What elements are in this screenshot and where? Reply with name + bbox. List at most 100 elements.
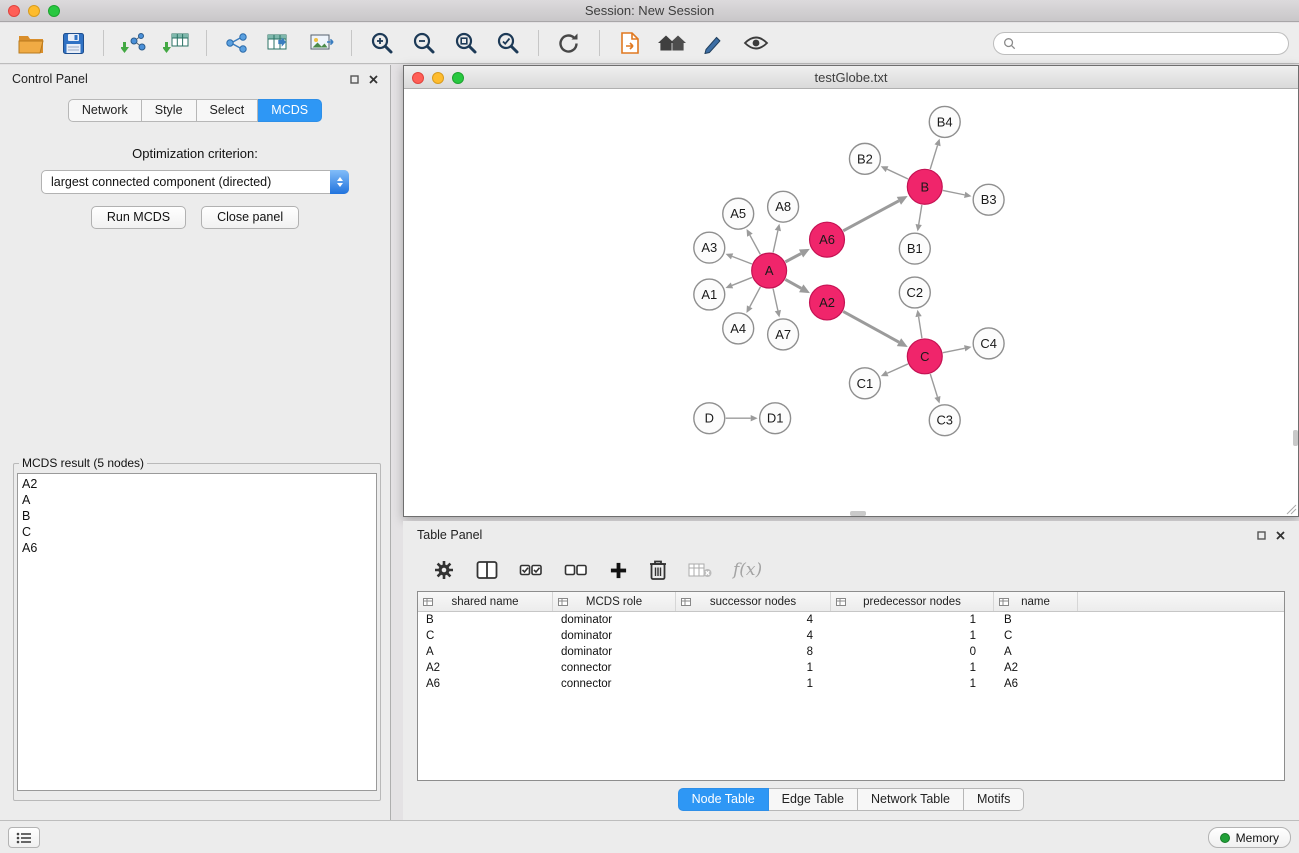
- table-row[interactable]: Adominator80A: [418, 644, 1284, 660]
- table-row[interactable]: Cdominator41C: [418, 628, 1284, 644]
- graph-node-D[interactable]: D: [694, 403, 725, 434]
- mcds-result-list[interactable]: A2ABCA6: [17, 473, 377, 791]
- graph-node-A2[interactable]: A2: [810, 285, 845, 320]
- graph-node-C4[interactable]: C4: [973, 328, 1004, 359]
- table-settings-button[interactable]: [433, 559, 455, 581]
- export-image-button[interactable]: [300, 26, 342, 60]
- save-session-button[interactable]: [52, 26, 94, 60]
- memory-button[interactable]: Memory: [1208, 827, 1291, 848]
- run-mcds-button[interactable]: Run MCDS: [91, 206, 186, 229]
- import-network-button[interactable]: [113, 26, 155, 60]
- graph-node-A3[interactable]: A3: [694, 232, 725, 263]
- graph-edge[interactable]: [943, 348, 965, 352]
- float-panel-button[interactable]: [350, 75, 359, 84]
- horizontal-scrollbar-thumb[interactable]: [850, 511, 866, 516]
- zoom-network-window-button[interactable]: [452, 72, 464, 84]
- graph-node-D1[interactable]: D1: [760, 403, 791, 434]
- close-window-button[interactable]: [8, 5, 20, 17]
- graph-node-A7[interactable]: A7: [768, 319, 799, 350]
- zoom-out-button[interactable]: [403, 26, 445, 60]
- network-window-titlebar[interactable]: testGlobe.txt: [404, 66, 1298, 89]
- mcds-result-item[interactable]: A6: [22, 540, 372, 556]
- graph-edge[interactable]: [887, 364, 908, 373]
- first-neighbors-button[interactable]: [609, 26, 651, 60]
- select-all-button[interactable]: [519, 563, 543, 577]
- search-input[interactable]: [1021, 36, 1279, 50]
- close-table-panel-button[interactable]: [1276, 531, 1285, 540]
- graph-edge[interactable]: [785, 254, 801, 262]
- delete-table-button[interactable]: [688, 561, 712, 579]
- resize-grip-icon[interactable]: [1285, 503, 1297, 515]
- graph-node-A5[interactable]: A5: [723, 198, 754, 229]
- tab-edge-table[interactable]: Edge Table: [769, 788, 858, 811]
- graph-edge[interactable]: [919, 205, 922, 225]
- graph-edge[interactable]: [732, 277, 752, 285]
- graph-edge[interactable]: [930, 145, 937, 169]
- function-builder-button[interactable]: f(x): [733, 560, 762, 580]
- graph-edge[interactable]: [843, 311, 899, 342]
- show-columns-button[interactable]: [476, 560, 498, 580]
- table-row[interactable]: A6connector11A6: [418, 676, 1284, 692]
- mcds-result-item[interactable]: A2: [22, 476, 372, 492]
- graph-edge[interactable]: [773, 289, 778, 311]
- graph-edge[interactable]: [887, 169, 908, 179]
- graph-node-B4[interactable]: B4: [929, 106, 960, 137]
- tab-select[interactable]: Select: [197, 99, 259, 122]
- task-history-button[interactable]: [8, 827, 40, 848]
- graph-node-C[interactable]: C: [907, 339, 942, 374]
- zoom-fit-button[interactable]: [445, 26, 487, 60]
- graph-node-A1[interactable]: A1: [694, 279, 725, 310]
- table-row[interactable]: A2connector11A2: [418, 660, 1284, 676]
- graph-edge[interactable]: [750, 287, 761, 307]
- mcds-result-item[interactable]: C: [22, 524, 372, 540]
- graph-node-C2[interactable]: C2: [899, 277, 930, 308]
- tab-motifs[interactable]: Motifs: [964, 788, 1024, 811]
- graph-edge[interactable]: [930, 374, 937, 397]
- graph-edge[interactable]: [919, 317, 922, 338]
- graph-edge[interactable]: [785, 279, 801, 288]
- zoom-window-button[interactable]: [48, 5, 60, 17]
- graph-node-A4[interactable]: A4: [723, 313, 754, 344]
- column-header-mcds-role[interactable]: MCDS role: [553, 592, 676, 611]
- open-session-button[interactable]: [10, 26, 52, 60]
- tab-style[interactable]: Style: [142, 99, 197, 122]
- zoom-in-button[interactable]: [361, 26, 403, 60]
- network-graph[interactable]: B4B2BB3A5A8A6B1A3AC2A1A2A4A7C4CC1C3DD1: [404, 90, 1298, 516]
- delete-column-button[interactable]: [649, 559, 667, 581]
- criterion-dropdown[interactable]: largest connected component (directed): [41, 170, 349, 194]
- show-hide-button[interactable]: [735, 26, 777, 60]
- graph-edge[interactable]: [773, 231, 778, 253]
- close-network-window-button[interactable]: [412, 72, 424, 84]
- network-canvas[interactable]: B4B2BB3A5A8A6B1A3AC2A1A2A4A7C4CC1C3DD1: [404, 90, 1298, 516]
- graph-edge[interactable]: [750, 235, 760, 254]
- column-header-successor-nodes[interactable]: successor nodes: [676, 592, 831, 611]
- vertical-scrollbar-thumb[interactable]: [1293, 430, 1298, 446]
- deselect-all-button[interactable]: [564, 563, 588, 577]
- graph-node-B2[interactable]: B2: [849, 143, 880, 174]
- graph-node-B[interactable]: B: [907, 169, 942, 204]
- tab-node-table[interactable]: Node Table: [678, 788, 769, 811]
- graph-node-A[interactable]: A: [752, 253, 787, 288]
- table-row[interactable]: Bdominator41B: [418, 612, 1284, 628]
- minimize-network-window-button[interactable]: [432, 72, 444, 84]
- minimize-window-button[interactable]: [28, 5, 40, 17]
- column-header-predecessor-nodes[interactable]: predecessor nodes: [831, 592, 994, 611]
- column-header-name[interactable]: name: [994, 592, 1078, 611]
- tab-mcds[interactable]: MCDS: [258, 99, 322, 122]
- annotation-button[interactable]: [693, 26, 735, 60]
- apply-style-button[interactable]: [548, 26, 590, 60]
- close-panel-button-2[interactable]: Close panel: [201, 206, 299, 229]
- tab-network-table[interactable]: Network Table: [858, 788, 964, 811]
- graph-node-C3[interactable]: C3: [929, 405, 960, 436]
- new-network-button[interactable]: [216, 26, 258, 60]
- graph-node-A6[interactable]: A6: [810, 222, 845, 257]
- import-table-button[interactable]: [155, 26, 197, 60]
- mcds-result-item[interactable]: B: [22, 508, 372, 524]
- mcds-result-item[interactable]: A: [22, 492, 372, 508]
- graph-edge[interactable]: [843, 201, 899, 231]
- new-table-button[interactable]: [258, 26, 300, 60]
- graph-edge[interactable]: [732, 256, 752, 264]
- add-column-button[interactable]: [609, 561, 628, 580]
- column-header-shared-name[interactable]: shared name: [418, 592, 553, 611]
- close-panel-button[interactable]: [369, 75, 378, 84]
